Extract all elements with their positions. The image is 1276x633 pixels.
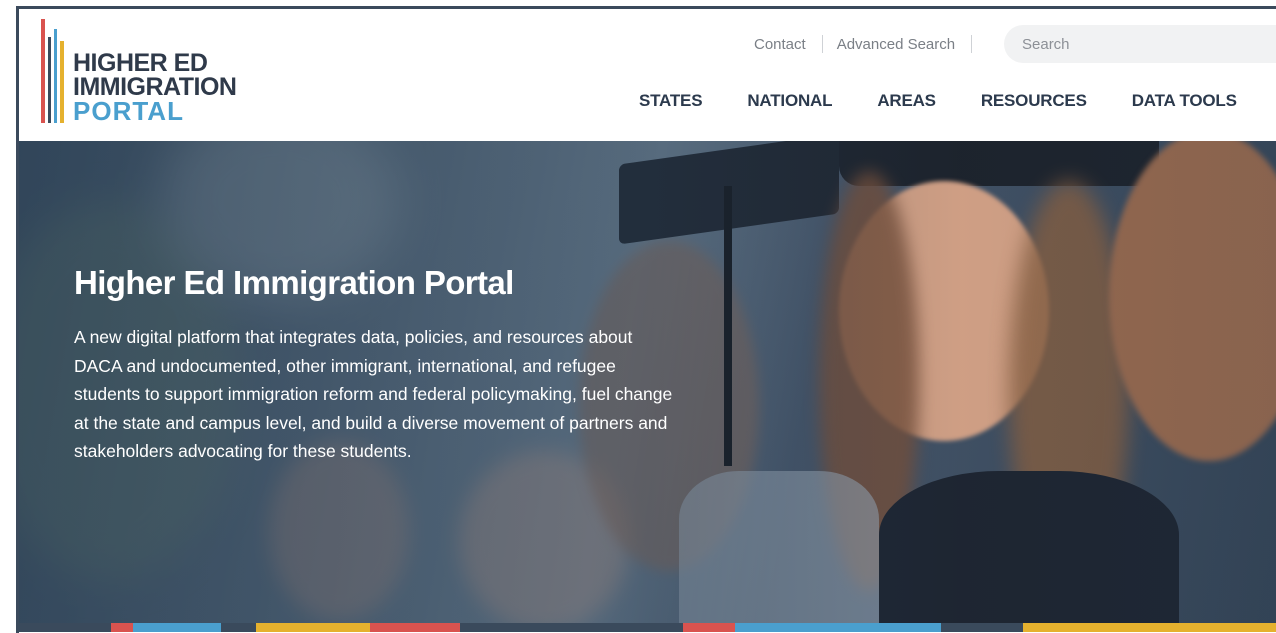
nav-item-resources[interactable]: RESOURCES <box>981 91 1087 111</box>
utility-divider <box>821 35 823 53</box>
site-logo[interactable]: HIGHER ED IMMIGRATION PORTAL <box>39 19 269 129</box>
nav-item-national[interactable]: NATIONAL <box>747 91 832 111</box>
advanced-search-link[interactable]: Advanced Search <box>837 36 955 53</box>
utility-nav: Contact Advanced Search <box>754 33 986 55</box>
logo-bars-icon <box>39 19 69 123</box>
nav-item-states[interactable]: STATES <box>639 91 703 111</box>
nav-item-data-tools[interactable]: DATA TOOLS <box>1132 91 1237 111</box>
hero-title: Higher Ed Immigration Portal <box>74 264 514 301</box>
logo-line-3: PORTAL <box>73 96 184 126</box>
search-input[interactable] <box>1022 35 1276 53</box>
contact-link[interactable]: Contact <box>754 36 806 53</box>
hero-banner: Higher Ed Immigration Portal A new digit… <box>19 141 1276 623</box>
browser-frame: HIGHER ED IMMIGRATION PORTAL Contact Adv… <box>16 6 1276 633</box>
main-nav: STATES NATIONAL AREAS RESOURCES DATA TOO… <box>639 91 1276 111</box>
search-box[interactable] <box>1004 25 1276 63</box>
site-header: HIGHER ED IMMIGRATION PORTAL Contact Adv… <box>19 9 1276 141</box>
hero-description: A new digital platform that integrates d… <box>74 327 673 462</box>
logo-line-1: HIGHER ED <box>73 49 208 77</box>
logo-wordmark: HIGHER ED IMMIGRATION PORTAL <box>73 49 237 126</box>
color-strip-divider <box>19 623 1276 632</box>
nav-item-areas[interactable]: AREAS <box>877 91 936 111</box>
utility-divider <box>971 35 973 53</box>
